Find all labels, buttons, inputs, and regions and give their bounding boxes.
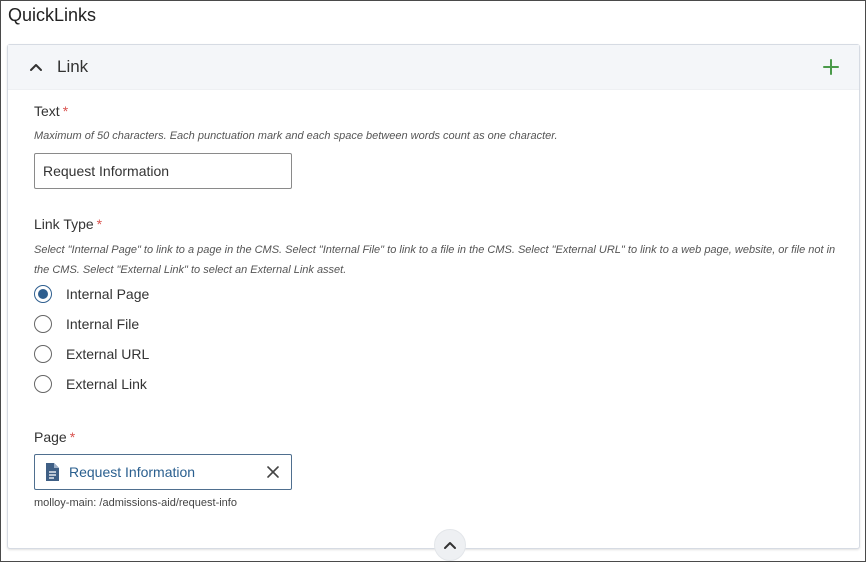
link-type-help: Select "Internal Page" to link to a page…: [34, 244, 836, 276]
quicklinks-window: QuickLinks Link Text * Maximum of 50 char…: [0, 0, 866, 562]
required-mark: *: [62, 103, 69, 119]
page-field-label: Page *: [34, 429, 75, 445]
link-type-label: Link Type *: [34, 216, 102, 232]
text-field-label-text: Text: [34, 103, 60, 119]
link-type-label-text: Link Type: [34, 216, 94, 232]
scroll-to-top-button[interactable]: [434, 529, 466, 561]
radio-label: External URL: [66, 346, 150, 362]
radio-dot: [38, 289, 48, 299]
selected-page-link[interactable]: Request Information: [69, 464, 266, 480]
text-field-help: Maximum of 50 characters. Each punctuati…: [34, 130, 558, 142]
page-field-label-text: Page: [34, 429, 67, 445]
required-mark: *: [96, 216, 103, 232]
page-path: molloy-main: /admissions-aid/request-inf…: [34, 497, 237, 509]
radio-internal-file[interactable]: Internal File: [34, 312, 139, 336]
radio-button[interactable]: [34, 315, 52, 333]
link-panel: Link Text * Maximum of 50 characters. Eac…: [7, 44, 860, 561]
text-field-label: Text *: [34, 103, 68, 119]
text-input[interactable]: [34, 153, 292, 189]
radio-label: Internal Page: [66, 286, 150, 302]
close-icon[interactable]: [266, 465, 280, 479]
required-mark: *: [69, 429, 76, 445]
radio-external-url[interactable]: External URL: [34, 342, 149, 366]
page-picker[interactable]: Request Information: [34, 454, 292, 490]
link-panel-header[interactable]: Link: [8, 45, 859, 90]
radio-label: Internal File: [66, 316, 140, 332]
chevron-up-icon[interactable]: [28, 60, 44, 74]
radio-external-link[interactable]: External Link: [34, 372, 147, 396]
plus-icon[interactable]: [821, 57, 841, 77]
chevron-up-icon: [444, 542, 456, 549]
page-title: QuickLinks: [8, 5, 97, 25]
panel-title: Link: [57, 57, 89, 76]
radio-button[interactable]: [34, 375, 52, 393]
document-icon: [46, 463, 59, 481]
radio-internal-page[interactable]: Internal Page: [34, 282, 149, 306]
radio-label: External Link: [66, 376, 147, 392]
radio-button[interactable]: [34, 345, 52, 363]
radio-button-checked[interactable]: [34, 285, 52, 303]
